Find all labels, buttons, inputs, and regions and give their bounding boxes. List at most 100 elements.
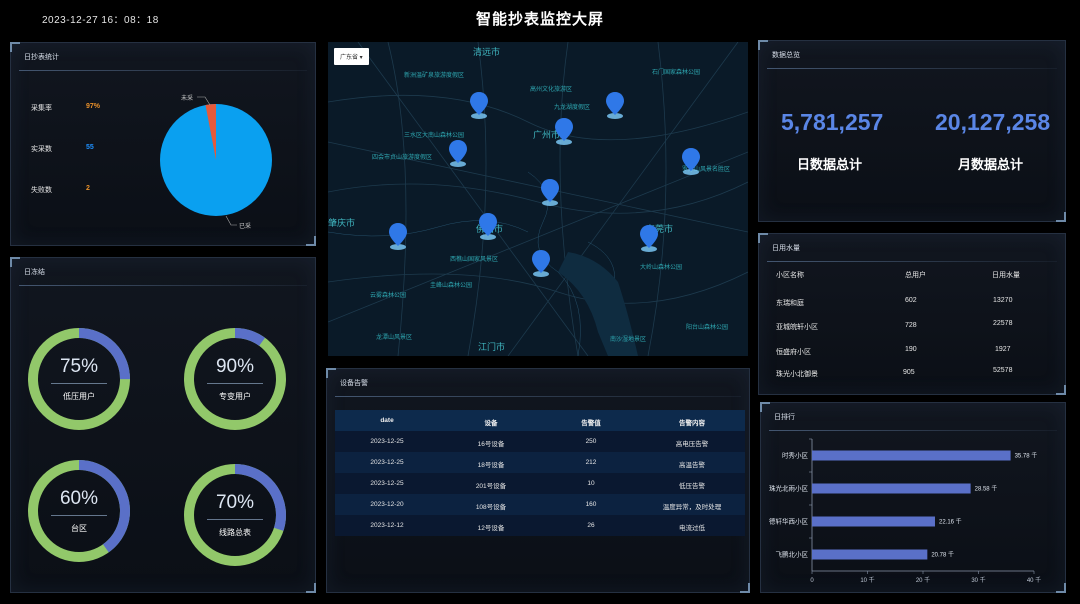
region-select[interactable]: 广东省 ▾ [334, 48, 369, 65]
y-category-label: 珠光北雨小区 [769, 484, 809, 493]
table-cell: 2023-12-12 [370, 522, 404, 529]
ranking-bar-chart: 0 10 千 20 千 30 千 40 千 时秀小区 35.78 千珠光北雨小区 28.58 … [769, 438, 1041, 584]
x-tick-label: 30 千 [971, 576, 985, 584]
map-label-poi: 新洲温矿泉旅游度假区 [404, 73, 465, 79]
map-label-poi: 南沙湿地景区 [610, 337, 647, 343]
map-label-poi: 西樵山国家风景区 [450, 257, 499, 263]
ranking-bar [812, 450, 1011, 461]
water-cell-usage: 22578 [993, 320, 1013, 327]
water-header-usage: 日用水量 [992, 272, 1020, 279]
map-label-qingyuan: 清远市 [473, 47, 501, 57]
table-header-cell: date [380, 417, 394, 424]
map-label-poi: 云雾森林公园 [370, 293, 407, 299]
map-label-poi: 大岭山森林公园 [640, 265, 683, 271]
table-cell: 2023-12-25 [370, 459, 404, 466]
daily-total-caption: 日数据总计 [797, 157, 863, 172]
map-pin-icon[interactable] [681, 147, 701, 175]
water-cell-name: 东瑞和庭 [776, 300, 804, 307]
table-header-row: date 设备 告警值 告警内容 [335, 410, 745, 431]
ring-low-voltage: 75% 低压用户 [26, 326, 132, 432]
ring-station-area: 60% 台区 [26, 458, 132, 564]
table-row[interactable]: 2023-12-25 201号设备 10 低压告警 [335, 473, 745, 494]
table-cell: 12号设备 [477, 525, 505, 532]
page-title: 智能抄表监控大屏 [475, 11, 604, 28]
table-cell: 电流过低 [679, 525, 705, 532]
ring-percent: 60% [59, 488, 99, 509]
daily-freeze-panel: 日冻结 75% 低压用户 90% 专变用户 60% 台区 70% 线路总表 [10, 257, 316, 593]
map-pin-icon[interactable] [388, 222, 408, 250]
y-category-label: 飞鹏北小区 [776, 550, 809, 559]
table-cell: 201号设备 [475, 483, 507, 490]
table-cell: 212 [585, 459, 597, 466]
bar-value-label: 35.78 千 [1015, 452, 1038, 460]
map-label-poi: 三水区大南山森林公园 [404, 133, 465, 139]
map-pin-icon[interactable] [531, 249, 551, 277]
y-category-label: 德轩华西小区 [769, 517, 809, 526]
water-cell-usage: 52578 [993, 367, 1013, 374]
pie-label-uncollected: 未采 [181, 94, 193, 102]
water-cell-users: 602 [905, 297, 917, 304]
table-cell: 26 [587, 522, 595, 529]
pie-leader-collected [225, 215, 237, 226]
daily-stats-panel: 日抄表统计 采集率 97% 实采数 55 失败数 2 未采 已采 [10, 42, 316, 246]
table-row[interactable]: 2023-12-20 108号设备 160 温度异常，及时处理 [335, 494, 745, 515]
water-cell-usage: 1927 [995, 346, 1011, 353]
water-cell-users: 905 [903, 369, 915, 376]
collection-pie-chart: 未采 已采 [160, 94, 272, 230]
ring-percent: 70% [215, 492, 255, 513]
water-cell-usage: 13270 [993, 297, 1013, 304]
ring-percent: 75% [59, 356, 99, 377]
x-tick-label: 0 [810, 578, 814, 584]
table-cell: 10 [587, 480, 595, 487]
map-pin-icon[interactable] [554, 117, 574, 145]
water-cell-name: 珠光小北御景 [776, 371, 818, 378]
map-pin-icon[interactable] [540, 178, 560, 206]
map-pin-icon[interactable] [448, 139, 468, 167]
map-pin-icon[interactable] [639, 224, 659, 252]
x-tick-label: 10 千 [860, 576, 874, 584]
map-label-poi: 高州文化旅游区 [530, 87, 573, 93]
region-map[interactable]: 广东省 ▾ 清远市 肇庆市 佛山市 广州市 东莞市 江门市 高州文化旅游区 九龙… [328, 42, 748, 356]
pie-leader-uncollected [197, 96, 211, 106]
ring-percent: 90% [215, 356, 255, 377]
ring-label: 专变用户 [219, 392, 251, 401]
ranking-bar [812, 549, 928, 560]
water-cell-users: 728 [905, 322, 917, 329]
daily-ranking-panel: 日排行 0 10 千 20 千 30 千 40 千时秀小区 35.78 千珠光北雨小区 28… [760, 402, 1066, 593]
table-row[interactable]: 2023-12-25 18号设备 212 高温告警 [335, 452, 745, 473]
bar-value-label: 20.78 千 [931, 551, 954, 559]
daily-total-value: 5,781,257 [781, 109, 884, 135]
map-label-zhaoqing: 肇庆市 [328, 218, 356, 228]
table-header-cell: 设备 [484, 420, 498, 427]
map-label-poi: 四会市贞山旅游度假区 [372, 155, 433, 161]
table-row[interactable]: 2023-12-25 16号设备 250 高电压告警 [335, 431, 745, 452]
water-header-name: 小区名称 [776, 272, 804, 279]
water-cell-name: 亚城皖轩小区 [776, 324, 818, 331]
x-tick-label: 20 千 [916, 576, 930, 584]
map-label-poi: 阳台山森林公园 [686, 325, 729, 331]
ring-label: 低压用户 [63, 392, 95, 401]
monthly-total-value: 20,127,258 [935, 109, 1051, 135]
table-row[interactable]: 2023-12-12 12号设备 26 电流过低 [335, 515, 745, 536]
ranking-bar [812, 516, 935, 527]
map-pin-icon[interactable] [605, 91, 625, 119]
bar-value-label: 28.58 千 [975, 485, 998, 493]
table-cell: 低压告警 [679, 483, 705, 490]
table-cell: 高温告警 [679, 462, 705, 469]
y-category-label: 时秀小区 [782, 451, 809, 460]
map-pin-icon[interactable] [478, 212, 498, 240]
device-alarm-title: 设备告警 [340, 380, 368, 387]
table-cell: 高电压告警 [675, 441, 709, 448]
water-usage-panel: 日用水量 小区名称 总用户 日用水量 东瑞和庭 602 13270 亚城皖轩小区… [758, 233, 1066, 395]
table-cell: 2023-12-25 [370, 480, 404, 487]
table-cell: 温度异常，及时处理 [662, 504, 722, 511]
ring-label: 台区 [71, 524, 87, 533]
table-cell: 16号设备 [477, 441, 505, 448]
data-summary-panel: 数据总览 5,781,257 日数据总计 20,127,258 月数据总计 [758, 40, 1066, 222]
map-pin-icon[interactable] [469, 91, 489, 119]
x-tick-label: 40 千 [1027, 576, 1041, 584]
map-label-poi: 圭峰山森林公园 [430, 283, 473, 289]
ring-label: 线路总表 [219, 528, 251, 537]
data-summary-title: 数据总览 [772, 52, 800, 59]
pie-label-collected: 已采 [239, 222, 251, 230]
